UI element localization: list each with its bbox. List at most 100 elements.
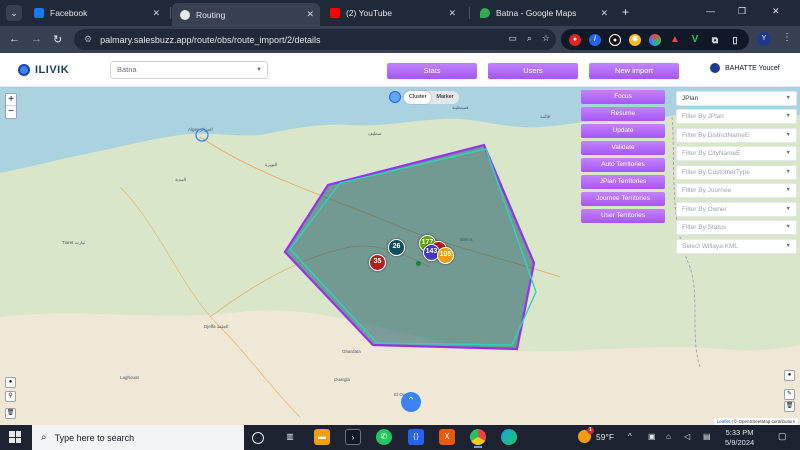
select-label: Filter By Owner	[682, 205, 727, 213]
taskbar-search[interactable]: ⌕ Type here to search	[32, 425, 244, 450]
whatsapp-icon[interactable]: ✆	[376, 429, 392, 445]
tab-routing[interactable]: Routing ✕	[172, 3, 320, 26]
chrome-icon[interactable]	[470, 429, 486, 448]
location-pin-icon[interactable]: ⚲	[5, 391, 16, 402]
app-name: ILIVIK	[35, 64, 70, 76]
scroll-up-button[interactable]: ⌃	[401, 392, 421, 412]
jplan-select[interactable]: JPlan ▼	[676, 90, 797, 106]
zoom-in-button[interactable]: +	[6, 94, 16, 106]
cluster-marker[interactable]: 105	[437, 247, 454, 264]
zoom-icon[interactable]: ⌕	[527, 33, 532, 44]
filter-district[interactable]: Filter By DistrictNameE ▼	[676, 127, 797, 143]
resume-button[interactable]: Resume	[581, 107, 665, 121]
vscode-icon[interactable]: ⟨⟩	[408, 429, 424, 445]
update-button[interactable]: Update	[581, 124, 665, 138]
extension-icon[interactable]: V	[689, 34, 701, 46]
bookmark-star-icon[interactable]: ☆	[542, 33, 550, 44]
app-logo[interactable]: ILIVIK	[18, 64, 69, 76]
trash-icon[interactable]: 🗑	[5, 408, 16, 419]
taskbar-clock[interactable]: 5:33 PM 5/9/2024	[725, 428, 754, 448]
toggle-cluster[interactable]: Cluster	[404, 91, 432, 104]
extension-icon[interactable]: ✺	[629, 33, 641, 46]
tab-search-button[interactable]: ⌄	[6, 5, 22, 21]
place-label: سطيف	[368, 131, 382, 136]
close-icon[interactable]: ✕	[600, 8, 608, 19]
chevron-up-icon[interactable]: ^	[628, 432, 632, 441]
toggle-marker[interactable]: Marker	[431, 91, 458, 104]
site-info-icon[interactable]: ⚙	[84, 34, 92, 45]
filter-city[interactable]: Filter By CityNameE ▼	[676, 146, 797, 161]
filter-status[interactable]: Filter By Status ▼	[676, 220, 797, 235]
focus-button[interactable]: Focus	[581, 90, 665, 104]
user-territories-button[interactable]: User Territories	[581, 209, 665, 223]
reload-icon[interactable]: ↻	[53, 33, 62, 46]
sidepanel-icon[interactable]: ▯	[729, 34, 741, 46]
cortana-icon[interactable]	[252, 432, 264, 444]
cluster-marker-toggle[interactable]: Cluster Marker	[404, 91, 459, 104]
task-view-icon[interactable]: ▥	[282, 429, 298, 445]
cluster-marker[interactable]: 26	[388, 239, 405, 256]
profile-avatar[interactable]: Y	[757, 32, 771, 46]
filter-owner[interactable]: Filter By Owner ▼	[676, 201, 797, 217]
extension-icon[interactable]: ●	[569, 33, 581, 46]
draw-circle-icon[interactable]: ●	[5, 377, 16, 388]
delete-layers-icon[interactable]: 🗑	[784, 401, 795, 412]
close-window-button[interactable]: ✕	[772, 6, 780, 17]
zoom-out-button[interactable]: −	[6, 106, 16, 118]
tab-facebook[interactable]: Facebook ✕	[26, 3, 166, 23]
edge-icon[interactable]	[501, 429, 517, 445]
validate-button[interactable]: Validate	[581, 141, 665, 155]
new-tab-button[interactable]: +	[622, 5, 629, 19]
extension-icon[interactable]: /	[589, 33, 601, 46]
restore-button[interactable]: ❐	[738, 6, 746, 17]
back-arrow-icon[interactable]: ←	[9, 33, 20, 45]
edit-layers-icon[interactable]: ✎	[784, 389, 795, 400]
place-label: قالمة	[540, 114, 550, 119]
terminal-icon[interactable]: ›	[345, 429, 361, 445]
chevron-down-icon: ▼	[785, 187, 791, 193]
extension-icon[interactable]: ▲	[669, 34, 681, 46]
jplan-territories-button[interactable]: JPlan Territories	[581, 175, 665, 189]
users-button[interactable]: Users	[488, 63, 578, 79]
network-icon[interactable]: ⌂	[666, 432, 671, 441]
close-icon[interactable]: ✕	[152, 8, 160, 19]
auto-territories-button[interactable]: Auto Territories	[581, 158, 665, 172]
close-icon[interactable]: ✕	[306, 9, 314, 20]
customer-marker[interactable]	[416, 261, 421, 266]
map-view[interactable]: Alger الجزائر Tiaret تيارت Djelfa الجلفة…	[0, 87, 800, 425]
cast-icon[interactable]: ▭	[508, 33, 517, 44]
minimize-button[interactable]: —	[706, 6, 715, 16]
journee-territories-button[interactable]: Journee Territories	[581, 192, 665, 206]
filter-journee[interactable]: Filter By Journee ▼	[676, 183, 797, 198]
layer-icon[interactable]	[389, 91, 401, 103]
address-bar[interactable]: ⚙ palmary.salesbuzz.app/route/obs/route_…	[74, 29, 556, 50]
forward-arrow-icon[interactable]: →	[31, 33, 42, 45]
extension-icon[interactable]: ●	[609, 33, 621, 46]
xampp-icon[interactable]: X	[439, 429, 455, 445]
tab-youtube[interactable]: (2) YouTube ✕	[322, 3, 462, 23]
tab-google-maps[interactable]: Batna - Google Maps ✕	[472, 3, 614, 23]
file-explorer-icon[interactable]: ▬	[314, 429, 330, 445]
notification-icon[interactable]: ▢	[778, 431, 787, 442]
close-icon[interactable]: ✕	[448, 8, 456, 19]
stats-button[interactable]: Stats	[387, 63, 477, 79]
puzzle-icon[interactable]: ⧉	[709, 34, 721, 46]
weather-widget[interactable]: 1 59°F	[578, 427, 614, 443]
filter-jplan[interactable]: Filter By JPlan ▼	[676, 109, 797, 124]
cluster-marker[interactable]: 35	[369, 254, 386, 271]
volume-icon[interactable]: ◁	[684, 432, 690, 441]
wilaya-select-value: Batna	[117, 65, 137, 74]
clock-time: 5:33 PM	[725, 428, 754, 437]
new-import-button[interactable]: New import	[589, 63, 679, 79]
monitor-icon[interactable]: ▣	[648, 432, 656, 441]
windows-start-icon[interactable]	[9, 431, 21, 443]
leaflet-link[interactable]: Leaflet	[717, 419, 731, 424]
filter-customer-type[interactable]: Filter By CustomerType ▼	[676, 164, 797, 180]
willaya-kml-select[interactable]: Select Willaya KML ▼	[676, 238, 797, 254]
wilaya-select[interactable]: Batna ▼	[110, 61, 268, 79]
user-menu[interactable]: BAHATTE Youcef	[710, 63, 780, 73]
extension-icon[interactable]	[649, 33, 661, 46]
menu-kebab-icon[interactable]: ⋮	[782, 32, 792, 43]
language-icon[interactable]: ▤	[703, 432, 711, 441]
circle-marker-icon[interactable]: ●	[784, 370, 795, 381]
